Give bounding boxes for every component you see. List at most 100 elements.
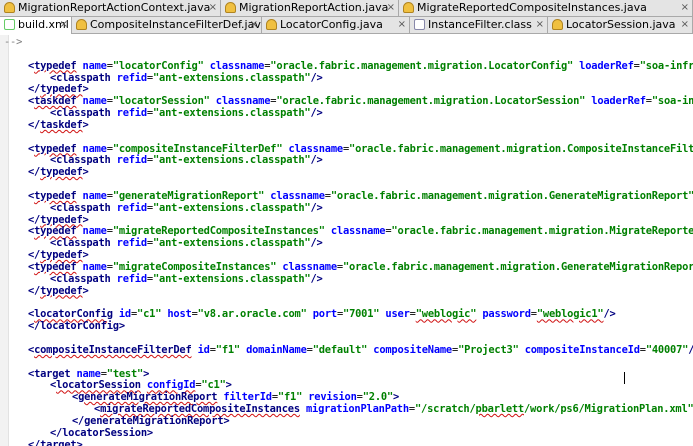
code-token: "weblogic1" xyxy=(536,308,604,321)
tab-migrationreportaction-java[interactable]: MigrationReportAction.java × xyxy=(221,0,399,16)
editor-tab-row-2: build.xml × CompositeInstanceFilterDef.jav… xyxy=(0,17,693,34)
code-token: classname xyxy=(282,260,337,273)
code-line[interactable]: <typedef name="generateMigrationReport" … xyxy=(28,190,693,202)
code-line[interactable]: </target> xyxy=(28,439,83,446)
code-token: "oracle.fabric.management.migration.Gene… xyxy=(342,260,693,273)
code-token: target xyxy=(34,367,71,380)
code-token: > xyxy=(146,426,153,439)
code-token: "locatorSession" xyxy=(112,95,210,108)
close-tab-icon[interactable]: × xyxy=(60,17,68,33)
close-tab-icon[interactable]: × xyxy=(681,17,689,33)
code-line[interactable]: <migrateReportedCompositeInstances migra… xyxy=(94,403,693,415)
code-line[interactable]: <locatorSession configId="c1"> xyxy=(50,379,232,391)
code-line[interactable]: <generateMigrationReport filterId="f1" r… xyxy=(72,391,399,403)
code-token: locatorConfig xyxy=(40,320,119,333)
close-tab-icon[interactable]: × xyxy=(250,17,258,33)
code-line[interactable]: </taskdef> xyxy=(28,119,89,131)
code-token: name xyxy=(82,59,107,72)
code-token: /work/ps6/MigrationPlan.xml" xyxy=(524,403,693,416)
code-line[interactable]: </typedef> xyxy=(28,83,89,95)
code-line[interactable]: <target name="test"> xyxy=(28,368,149,380)
code-token: "40007" xyxy=(645,343,689,356)
close-tab-icon[interactable]: × xyxy=(536,17,544,33)
tab-label: MigrationReportActionContext.java xyxy=(18,1,211,14)
code-editor[interactable]: --> <typedef name="locatorConfig" classna… xyxy=(0,35,693,446)
code-token: locatorSession xyxy=(56,379,141,392)
code-token: "migrateCompositeInstances" xyxy=(112,260,277,273)
code-token: "ant-extensions.classpath" xyxy=(152,201,311,214)
code-token: typedef xyxy=(40,249,83,262)
code-token: host xyxy=(167,308,192,321)
code-line[interactable]: <classpath refid="ant-extensions.classpa… xyxy=(50,107,323,119)
code-token: typedef xyxy=(34,189,77,202)
tab-migratereportedcompositeinstances-java[interactable]: MigrateReportedCompositeInstances.java × xyxy=(399,0,693,16)
code-token: > xyxy=(82,118,89,131)
code-token: </ xyxy=(28,320,41,333)
code-token: domainName xyxy=(246,343,307,356)
tab-compositeinstancefilterdef-java[interactable]: CompositeInstanceFilterDef.java × xyxy=(72,17,262,33)
code-token: "compositeInstanceFilterDef" xyxy=(112,142,283,155)
code-token: </ xyxy=(28,438,41,446)
code-token: name xyxy=(82,225,107,238)
code-line[interactable]: --> xyxy=(4,36,22,48)
code-token: </ xyxy=(28,284,41,297)
close-tab-icon[interactable]: × xyxy=(398,17,406,33)
tab-locatorconfig-java[interactable]: LocatorConfig.java × xyxy=(262,17,410,33)
code-token: /> xyxy=(310,71,323,84)
close-tab-icon[interactable]: × xyxy=(387,0,395,16)
code-token: </ xyxy=(28,249,41,262)
code-line[interactable]: </typedef> xyxy=(28,249,89,261)
code-line[interactable]: </typedef> xyxy=(28,166,89,178)
code-line[interactable]: <classpath refid="ant-extensions.classpa… xyxy=(50,202,323,214)
code-token: "/scratch/ xyxy=(414,403,476,416)
code-token: "soa-infra-tools-loa xyxy=(639,59,693,72)
code-line[interactable]: <typedef name="locatorConfig" classname=… xyxy=(28,60,693,72)
code-token: compositeName xyxy=(373,343,452,356)
tab-label: LocatorConfig.java xyxy=(280,18,383,31)
code-token: /> xyxy=(310,201,323,214)
code-token: loaderRef xyxy=(579,59,634,72)
code-line[interactable]: <classpath refid="ant-extensions.classpa… xyxy=(50,273,323,285)
code-line[interactable]: </locatorSession> xyxy=(50,427,153,439)
code-token: "oracle.fabric.management.migration.Loca… xyxy=(276,95,586,108)
code-token: generateMigrationReport xyxy=(78,391,218,404)
code-token: loaderRef xyxy=(591,95,646,108)
code-token: classpath xyxy=(56,154,111,167)
code-token: classname xyxy=(209,59,265,72)
class-file-icon xyxy=(414,18,425,30)
java-file-icon xyxy=(266,18,277,30)
code-token: > xyxy=(118,320,125,333)
code-line[interactable]: <classpath refid="ant-extensions.classpa… xyxy=(50,237,323,249)
code-line[interactable]: <taskdef name="locatorSession" classname… xyxy=(28,95,693,107)
code-line[interactable]: <compositeInstanceFilterDef id="f1" doma… xyxy=(28,344,693,356)
code-line[interactable]: <typedef name="migrateCompositeInstances… xyxy=(28,261,693,273)
code-line[interactable]: </typedef> xyxy=(28,214,89,226)
code-token: /> xyxy=(310,237,323,250)
code-token: "default" xyxy=(312,343,368,356)
code-line[interactable]: </typedef> xyxy=(28,285,89,297)
code-line[interactable]: <typedef name="migrateReportedCompositeI… xyxy=(28,225,693,237)
code-line[interactable]: <classpath refid="ant-extensions.classpa… xyxy=(50,154,323,166)
close-tab-icon[interactable]: × xyxy=(209,0,217,16)
code-token: > xyxy=(82,284,89,297)
close-tab-icon[interactable]: × xyxy=(681,0,689,16)
code-line[interactable]: </locatorConfig> xyxy=(28,320,125,332)
code-token: name xyxy=(82,260,107,273)
code-token: "ant-extensions.classpath" xyxy=(152,272,311,285)
code-token: "oracle.fabric.management.migration.Comp… xyxy=(349,142,693,155)
code-token: refid xyxy=(116,201,147,214)
code-token: /> xyxy=(603,308,616,321)
tab-migrationreportactioncontext-java[interactable]: MigrationReportActionContext.java × xyxy=(0,0,221,16)
java-file-icon xyxy=(552,18,563,30)
code-token: port xyxy=(312,308,337,321)
code-line[interactable]: <classpath refid="ant-extensions.classpa… xyxy=(50,72,323,84)
code-token: "f1" xyxy=(215,343,240,356)
code-token: /> xyxy=(688,344,693,356)
code-line[interactable]: <locatorConfig id="c1" host="v8.ar.oracl… xyxy=(28,308,616,320)
tab-build-xml[interactable]: build.xml × xyxy=(0,17,72,34)
tab-instancefilter-class[interactable]: InstanceFilter.class × xyxy=(410,17,548,33)
code-token: "ant-extensions.classpath" xyxy=(152,71,311,84)
code-line[interactable]: </generateMigrationReport> xyxy=(72,415,230,427)
code-line[interactable]: <typedef name="compositeInstanceFilterDe… xyxy=(28,143,693,155)
tab-locatorsession-java[interactable]: LocatorSession.java × xyxy=(548,17,693,33)
